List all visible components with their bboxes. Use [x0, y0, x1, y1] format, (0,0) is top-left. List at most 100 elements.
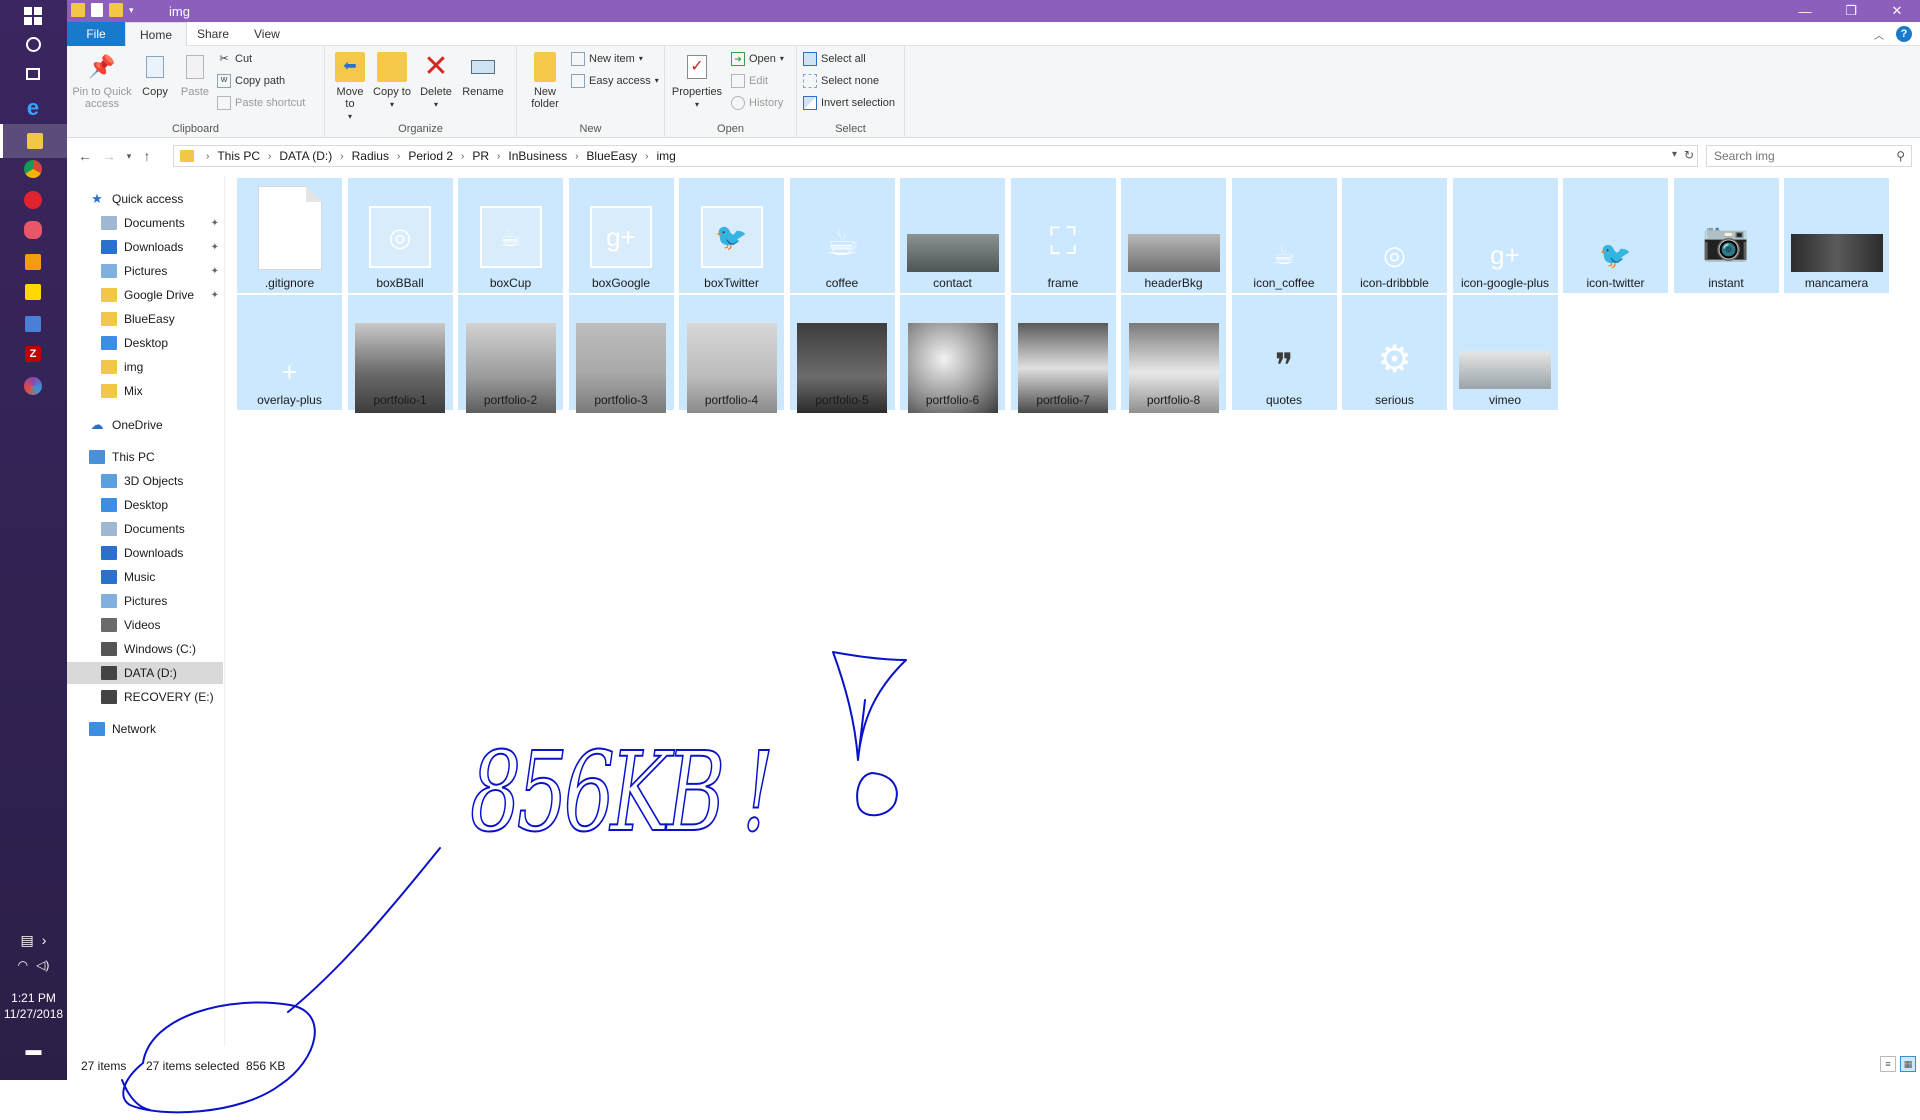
properties-qa-icon[interactable]	[91, 3, 103, 17]
wifi-icon[interactable]: ◠	[18, 958, 28, 972]
open-button[interactable]: ➜ Open ▾	[731, 50, 784, 68]
pane-divider[interactable]	[224, 176, 225, 1046]
file-item[interactable]: + overlay-plus	[237, 295, 342, 410]
opera-icon[interactable]	[17, 184, 49, 216]
invert-selection-button[interactable]: Invert selection	[803, 94, 895, 112]
file-item[interactable]: portfolio-7	[1010, 295, 1116, 413]
file-item[interactable]: 🐦 boxTwitter	[679, 178, 784, 293]
details-view-button[interactable]: ≡	[1880, 1056, 1896, 1072]
file-item[interactable]: portfolio-8	[1121, 295, 1226, 413]
rename-button[interactable]: Rename	[461, 52, 505, 98]
file-item[interactable]: .gitignore	[237, 178, 342, 293]
breadcrumb-separator-icon[interactable]: ›	[461, 151, 464, 162]
nav-item-documents[interactable]: Documents	[67, 518, 223, 540]
move-to-button[interactable]: ⬅ Move to ▾	[331, 52, 369, 123]
file-item[interactable]: ⛶ frame	[1010, 178, 1116, 293]
select-all-button[interactable]: Select all	[803, 50, 866, 68]
customize-qa-icon[interactable]: ▾	[129, 5, 134, 16]
refresh-icon[interactable]: ↻	[1684, 148, 1694, 162]
large-icons-view-button[interactable]: ▦	[1900, 1056, 1916, 1072]
notifications-icon[interactable]: ▬	[0, 1042, 67, 1060]
easy-access-button[interactable]: Easy access ▾	[571, 72, 659, 90]
help-icon[interactable]: ?	[1896, 26, 1912, 42]
nav-item-mix[interactable]: Mix	[67, 380, 223, 402]
pin-quick-access-button[interactable]: 📌 Pin to Quick access	[71, 52, 133, 111]
properties-button[interactable]: ✓ Properties ▾	[669, 52, 725, 111]
volume-icon[interactable]: ◁)	[36, 958, 49, 972]
file-item[interactable]: g+ boxGoogle	[568, 178, 674, 293]
action-list-icon[interactable]: ▤	[21, 932, 34, 949]
file-item[interactable]: mancamera	[1784, 178, 1889, 293]
paste-button[interactable]: Paste	[177, 52, 213, 98]
breadcrumb-separator-icon[interactable]: ›	[645, 151, 648, 162]
new-folder-qa-icon[interactable]	[109, 3, 123, 17]
app-icon[interactable]	[17, 370, 49, 402]
edge-icon[interactable]: e	[17, 92, 49, 124]
history-button[interactable]: History	[731, 94, 783, 112]
search-icon[interactable]: ⚲	[1896, 149, 1905, 163]
tab-share[interactable]: Share	[183, 22, 243, 46]
file-item[interactable]: ❞ quotes	[1231, 295, 1337, 410]
nav-item-desktop[interactable]: Desktop	[67, 332, 223, 354]
paint-icon[interactable]	[17, 214, 49, 246]
recent-locations-icon[interactable]: ▾	[119, 147, 139, 165]
file-item[interactable]: ⚙ serious	[1342, 295, 1447, 410]
file-item[interactable]: portfolio-5	[789, 295, 895, 413]
tab-home[interactable]: Home	[125, 22, 188, 47]
file-item[interactable]: vimeo	[1452, 295, 1558, 410]
restore-button[interactable]: ❐	[1828, 0, 1874, 22]
nav-item-desktop[interactable]: Desktop	[67, 494, 223, 516]
breadcrumb-item[interactable]: BlueEasy	[586, 149, 637, 163]
minimize-button[interactable]: —	[1782, 0, 1828, 22]
nav-item-downloads[interactable]: Downloads ✦	[67, 236, 223, 258]
nav-item-google-drive[interactable]: Google Drive ✦	[67, 284, 223, 306]
address-bar[interactable]: › This PC › DATA (D:) › Radius › Period 2 › PR › In…	[173, 145, 1698, 167]
nav-item-music[interactable]: Music	[67, 566, 223, 588]
nav-item-windows-c-[interactable]: Windows (C:)	[67, 638, 223, 660]
copy-to-button[interactable]: Copy to ▾	[373, 52, 411, 111]
breadcrumb-separator-icon[interactable]: ›	[206, 151, 209, 162]
cut-button[interactable]: ✂ Cut	[217, 50, 252, 68]
collapse-ribbon-icon[interactable]: ︿	[1874, 27, 1884, 42]
breadcrumb-separator-icon[interactable]: ›	[340, 151, 343, 162]
up-button[interactable]: ↑	[137, 147, 157, 165]
file-item[interactable]: ☕ coffee	[789, 178, 895, 293]
nav-item-img[interactable]: img	[67, 356, 223, 378]
nav-this-pc[interactable]: This PC	[67, 446, 223, 468]
breadcrumb-separator-icon[interactable]: ›	[575, 151, 578, 162]
file-item[interactable]: g+ icon-google-plus	[1452, 178, 1558, 293]
nav-item-downloads[interactable]: Downloads	[67, 542, 223, 564]
new-item-button[interactable]: New item ▾	[571, 50, 643, 68]
sublime-icon[interactable]	[17, 246, 49, 278]
file-item[interactable]: headerBkg	[1121, 178, 1226, 293]
file-item[interactable]: 📷 instant	[1673, 178, 1779, 293]
paste-shortcut-button[interactable]: Paste shortcut	[217, 94, 305, 112]
back-button[interactable]: ←	[75, 147, 95, 165]
nav-item-pictures[interactable]: Pictures	[67, 590, 223, 612]
breadcrumb-item[interactable]: InBusiness	[508, 149, 567, 163]
nav-item-documents[interactable]: Documents ✦	[67, 212, 223, 234]
file-item[interactable]: 🐦 icon-twitter	[1563, 178, 1668, 293]
nav-quick-access[interactable]: ★ Quick access	[67, 188, 223, 210]
breadcrumb-item[interactable]: img	[656, 149, 675, 163]
breadcrumb-item[interactable]: This PC	[217, 149, 260, 163]
close-button[interactable]: ✕	[1874, 0, 1920, 22]
tab-view[interactable]: View	[240, 22, 294, 46]
file-item[interactable]: portfolio-2	[458, 295, 563, 413]
chrome-icon[interactable]	[17, 153, 49, 185]
new-folder-button[interactable]: New folder	[525, 52, 565, 110]
task-view-icon[interactable]	[17, 58, 49, 90]
copy-path-button[interactable]: W Copy path	[217, 72, 285, 90]
nav-item-pictures[interactable]: Pictures ✦	[67, 260, 223, 282]
forward-button[interactable]: →	[99, 147, 119, 165]
nav-item-blueeasy[interactable]: BlueEasy	[67, 308, 223, 330]
cortana-icon[interactable]	[17, 28, 49, 60]
filezilla-icon[interactable]: Z	[17, 338, 49, 370]
select-none-button[interactable]: Select none	[803, 72, 879, 90]
copy-button[interactable]: Copy	[137, 52, 173, 98]
file-item[interactable]: contact	[900, 178, 1005, 293]
file-item[interactable]: portfolio-1	[347, 295, 453, 413]
clock[interactable]: 1:21 PM 11/27/2018	[0, 990, 67, 1022]
file-item[interactable]: ◎ boxBBall	[347, 178, 453, 293]
breadcrumb-item[interactable]: PR	[472, 149, 489, 163]
